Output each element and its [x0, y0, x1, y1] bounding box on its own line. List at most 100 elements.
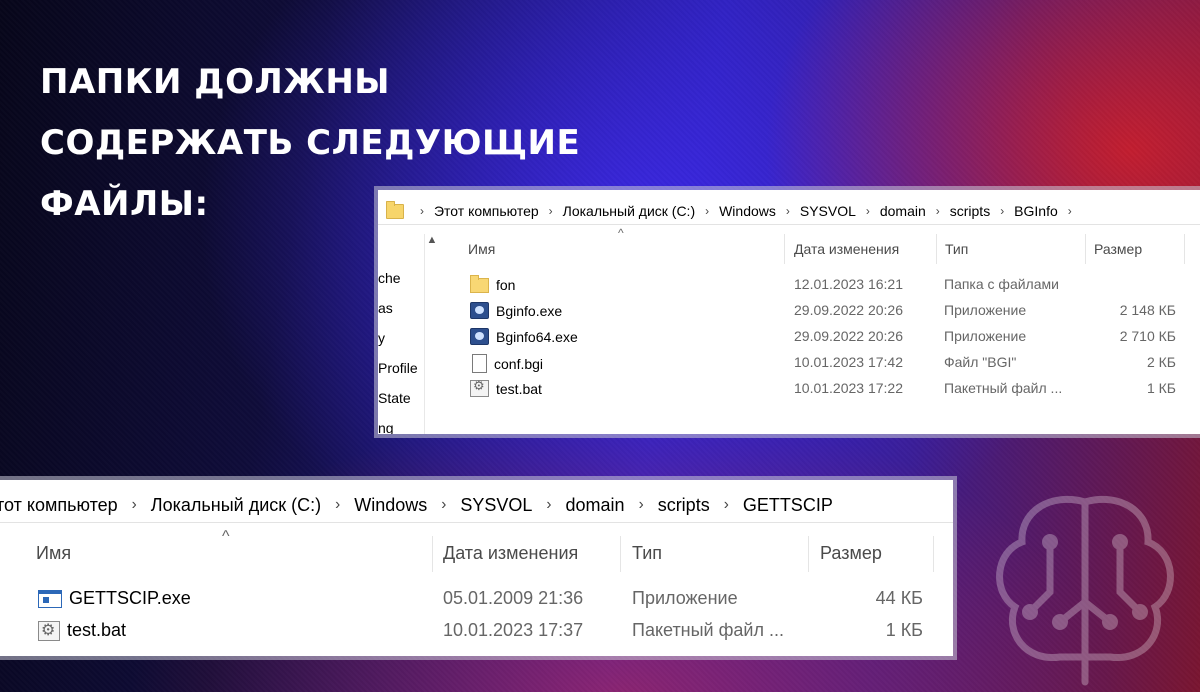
column-divider[interactable] [936, 234, 937, 264]
column-divider[interactable] [1085, 234, 1086, 264]
file-date: 29.09.2022 20:26 [794, 302, 903, 318]
breadcrumb-item[interactable]: GETTSCIP [743, 495, 833, 516]
sort-ascending-icon: ^ [222, 528, 230, 545]
file-row[interactable]: Bginfo.exe 29.09.2022 20:26 Приложение 2… [378, 302, 1200, 324]
chevron-right-icon[interactable]: › [1068, 204, 1072, 218]
chevron-right-icon[interactable]: › [335, 496, 340, 514]
file-name: fon [496, 276, 516, 293]
file-row[interactable]: test.bat 10.01.2023 17:37 Пакетный файл … [0, 620, 953, 646]
file-row[interactable]: test.bat 10.01.2023 17:22 Пакетный файл … [378, 379, 1200, 402]
column-header-name[interactable]: Имя [36, 543, 71, 564]
brain-circuit-logo [996, 495, 1174, 686]
breadcrumb-item[interactable]: Windows [719, 203, 776, 219]
file-type: Пакетный файл ... [632, 620, 784, 640]
file-type: Приложение [632, 588, 738, 608]
chevron-right-icon[interactable]: › [639, 496, 644, 514]
file-type: Пакетный файл ... [944, 380, 1063, 396]
column-divider[interactable] [784, 234, 785, 264]
chevron-right-icon[interactable]: › [546, 496, 551, 514]
file-size: 1 КБ [885, 620, 923, 640]
file-size: 1 КБ [1146, 380, 1176, 396]
explorer-window-bginfo: › Этот компьютер › Локальный диск (C:) ›… [378, 190, 1200, 434]
chevron-right-icon[interactable]: › [786, 204, 790, 218]
breadcrumb-item[interactable]: domain [880, 203, 926, 219]
chevron-right-icon[interactable]: › [936, 204, 940, 218]
chevron-right-icon[interactable]: › [866, 204, 870, 218]
file-name-cell[interactable]: fon [470, 275, 516, 293]
column-header-size[interactable]: Размер [820, 543, 882, 564]
file-icon [472, 354, 487, 373]
chevron-right-icon[interactable]: › [132, 496, 137, 514]
bginfo-exe-icon [470, 302, 489, 319]
file-row[interactable]: fon 12.01.2023 16:21 Папка с файлами [378, 275, 1200, 298]
column-header-type[interactable]: Тип [945, 241, 968, 257]
column-header-size[interactable]: Размер [1094, 241, 1142, 257]
file-row[interactable]: Bginfo64.exe 29.09.2022 20:26 Приложение… [378, 328, 1200, 350]
chevron-right-icon[interactable]: › [549, 204, 553, 218]
explorer-window-gettscip: тот компьютер › Локальный диск (C:) › Wi… [0, 480, 953, 656]
file-date: 10.01.2023 17:22 [794, 380, 903, 396]
breadcrumb-item[interactable]: SYSVOL [460, 495, 532, 516]
column-header-date[interactable]: Дата изменения [443, 543, 578, 564]
file-name: GETTSCIP.exe [69, 588, 191, 608]
column-divider[interactable] [808, 536, 809, 572]
address-bar[interactable]: тот компьютер › Локальный диск (C:) › Wi… [0, 488, 953, 523]
bginfo-exe-icon [470, 328, 489, 345]
file-name-cell[interactable]: Bginfo.exe [470, 302, 562, 319]
sort-ascending-icon: ^ [618, 226, 624, 240]
column-divider[interactable] [620, 536, 621, 572]
file-row[interactable]: conf.bgi 10.01.2023 17:42 Файл "BGI" 2 К… [378, 354, 1200, 376]
breadcrumb-item[interactable]: SYSVOL [800, 203, 856, 219]
file-name: Bginfo64.exe [496, 328, 578, 345]
headline-line: ПАПКИ ДОЛЖНЫ [40, 62, 391, 102]
file-type: Приложение [944, 302, 1027, 318]
file-name: test.bat [67, 620, 127, 640]
file-size: 2 КБ [1146, 354, 1176, 370]
file-name: test.bat [496, 380, 542, 397]
column-header-date[interactable]: Дата изменения [794, 241, 899, 257]
headline-line: СОДЕРЖАТЬ СЛЕДУЮЩИЕ [40, 123, 581, 163]
column-divider[interactable] [432, 536, 433, 572]
file-size: 2 148 КБ [1119, 302, 1176, 318]
file-date: 29.09.2022 20:26 [794, 328, 903, 344]
file-name-cell[interactable]: test.bat [470, 379, 542, 397]
breadcrumb-item[interactable]: Windows [354, 495, 427, 516]
file-type: Файл "BGI" [944, 354, 1017, 370]
breadcrumb-item[interactable]: Этот компьютер [434, 203, 539, 219]
file-name: Bginfo.exe [496, 302, 563, 319]
breadcrumb-item[interactable]: scripts [658, 495, 710, 516]
chevron-right-icon[interactable]: › [441, 496, 446, 514]
chevron-right-icon[interactable]: › [1000, 204, 1004, 218]
file-name-cell[interactable]: test.bat [38, 620, 126, 641]
chevron-right-icon[interactable]: › [705, 204, 709, 218]
breadcrumb-item[interactable]: Локальный диск (C:) [151, 495, 321, 516]
batch-file-icon [470, 379, 489, 397]
file-size: 2 710 КБ [1119, 328, 1176, 344]
column-divider[interactable] [933, 536, 934, 572]
file-name-cell[interactable]: Bginfo64.exe [470, 328, 578, 345]
nav-item[interactable]: ng [378, 420, 394, 434]
breadcrumb-item[interactable]: тот компьютер [0, 495, 118, 516]
chevron-right-icon: › [420, 204, 424, 218]
breadcrumb-item[interactable]: scripts [950, 203, 990, 219]
address-bar[interactable]: › Этот компьютер › Локальный диск (C:) ›… [378, 198, 1200, 225]
file-size: 44 КБ [875, 588, 923, 608]
column-header-name[interactable]: Имя [468, 241, 495, 257]
scroll-up-arrow-icon[interactable]: ▲ [424, 234, 440, 246]
file-type: Приложение [944, 328, 1027, 344]
app-window-icon [38, 589, 62, 608]
column-divider[interactable] [1184, 234, 1185, 264]
chevron-right-icon[interactable]: › [724, 496, 729, 514]
breadcrumb-item[interactable]: BGInfo [1014, 203, 1058, 219]
file-name: conf.bgi [494, 355, 544, 372]
breadcrumb-item[interactable]: Локальный диск (C:) [563, 203, 696, 219]
file-date: 10.01.2023 17:37 [443, 620, 584, 640]
column-header-type[interactable]: Тип [632, 543, 662, 564]
file-name-cell[interactable]: conf.bgi [472, 354, 543, 373]
file-row[interactable]: GETTSCIP.exe 05.01.2009 21:36 Приложение… [0, 588, 953, 614]
file-date: 05.01.2009 21:36 [443, 588, 584, 608]
folder-icon [386, 200, 404, 219]
file-type: Папка с файлами [944, 276, 1059, 292]
breadcrumb-item[interactable]: domain [566, 495, 625, 516]
file-name-cell[interactable]: GETTSCIP.exe [38, 588, 191, 609]
